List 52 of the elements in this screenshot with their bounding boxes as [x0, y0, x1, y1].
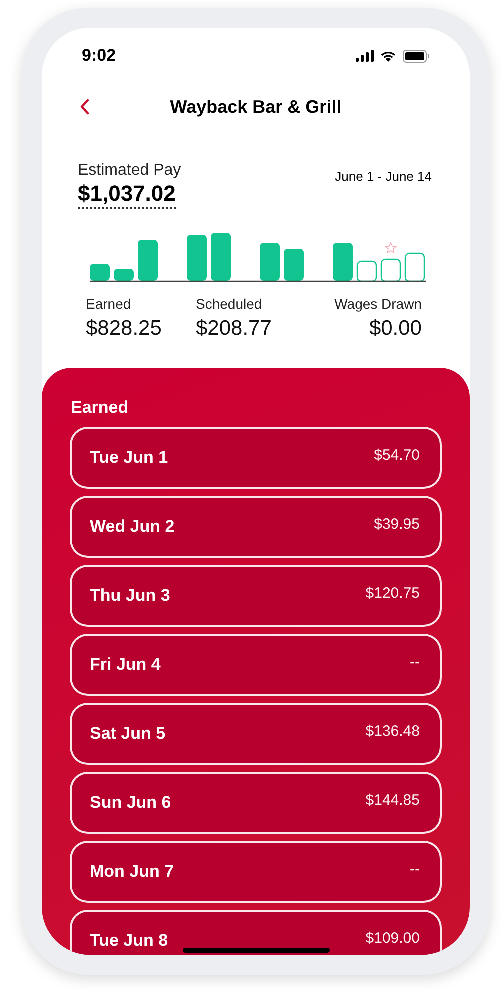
day-row[interactable]: Sun Jun 6 $144.85: [70, 772, 442, 834]
chart-bar: [90, 264, 110, 281]
total-label: Scheduled: [196, 295, 262, 313]
chart-bar: [114, 269, 134, 281]
day-amount: $39.95: [374, 515, 420, 536]
chart-bar: [260, 243, 280, 281]
day-label: Wed Jun 2: [90, 516, 175, 538]
battery-icon: [403, 50, 430, 62]
total-value: $208.77: [196, 316, 272, 342]
chart-bar: [284, 249, 304, 281]
day-amount: --: [410, 860, 420, 880]
day-label: Fri Jun 4: [90, 654, 161, 676]
chart-bar: [187, 235, 207, 281]
total-value: $0.00: [369, 316, 422, 342]
total-value: $828.25: [86, 316, 162, 342]
chart-bar: [138, 240, 158, 281]
day-label: Tue Jun 1: [90, 447, 168, 470]
day-row[interactable]: Wed Jun 2 $39.95: [70, 496, 442, 558]
day-label: Sun Jun 6: [90, 792, 172, 814]
day-amount: $109.00: [366, 929, 420, 950]
day-label: Thu Jun 3: [90, 585, 170, 608]
day-label: Tue Jun 8: [90, 930, 168, 952]
estimated-pay-amount[interactable]: $1,037.02: [78, 181, 176, 209]
total-label: Wages Drawn: [334, 295, 422, 313]
status-time: 9:02: [82, 45, 116, 68]
section-title: Earned: [70, 398, 130, 418]
day-amount: $136.48: [366, 722, 420, 742]
star-icon: [384, 242, 398, 254]
screen-title: Wayback Bar & Grill: [170, 96, 342, 119]
day-row[interactable]: Fri Jun 4 --: [70, 634, 442, 696]
outlined-chart-bar: [356, 260, 378, 282]
date-range: June 1 - June 14: [335, 168, 432, 186]
day-label: Mon Jun 7: [90, 861, 174, 884]
day-row[interactable]: Mon Jun 7 --: [70, 841, 442, 903]
chart-bar: [333, 243, 353, 281]
back-icon: [80, 99, 90, 115]
signal-icon: [356, 50, 374, 62]
wifi-icon: [380, 50, 397, 62]
day-row[interactable]: Sat Jun 5 $136.48: [70, 703, 442, 765]
day-row[interactable]: Tue Jun 8 $109.00: [70, 910, 442, 955]
chart-bar: [211, 233, 231, 281]
day-row[interactable]: Thu Jun 3 $120.75: [70, 565, 442, 627]
day-amount: $54.70: [374, 446, 420, 466]
day-label: Sat Jun 5: [90, 723, 166, 746]
day-row[interactable]: Tue Jun 1 $54.70: [70, 427, 442, 489]
total-label: Earned: [86, 295, 132, 313]
estimated-pay-label: Estimated Pay: [78, 161, 182, 181]
outlined-chart-bar: [380, 258, 402, 282]
outlined-chart-bar: [404, 252, 426, 282]
day-amount: $144.85: [366, 791, 420, 812]
day-amount: $120.75: [366, 584, 420, 604]
day-amount: --: [410, 653, 420, 674]
